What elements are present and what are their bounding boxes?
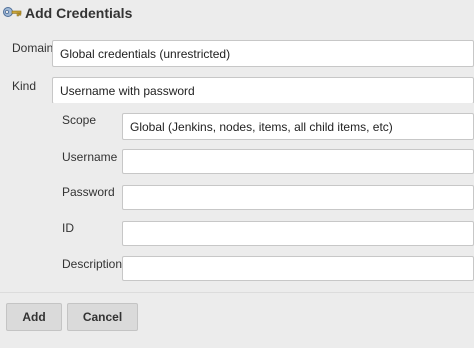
scope-select[interactable]: Global (Jenkins, nodes, items, all child… [122, 113, 474, 140]
description-input[interactable] [122, 256, 474, 281]
dialog-title: Add Credentials [25, 5, 133, 21]
password-label: Password [62, 185, 115, 199]
description-label: Description [62, 257, 123, 271]
dialog-titlebar: Add Credentials [0, 0, 474, 27]
scope-label: Scope [62, 113, 97, 127]
footer-divider [0, 292, 474, 293]
id-label: ID [62, 221, 74, 235]
domain-select-value: Global credentials (unrestricted) [60, 46, 231, 61]
password-input[interactable] [122, 185, 474, 210]
domain-label: Domain [12, 41, 54, 55]
cancel-button[interactable]: Cancel [67, 303, 138, 331]
kind-select-value: Username with password [60, 83, 195, 98]
add-button[interactable]: Add [6, 303, 62, 331]
key-icon [2, 4, 22, 20]
kind-label: Kind [12, 79, 37, 93]
username-input[interactable] [122, 149, 474, 174]
add-credentials-dialog: Add Credentials Domain Global credential… [0, 0, 474, 348]
username-label: Username [62, 150, 118, 164]
id-input[interactable] [122, 221, 474, 246]
domain-select[interactable]: Global credentials (unrestricted) [52, 40, 474, 67]
kind-select[interactable]: Username with password [52, 77, 474, 104]
scope-select-value: Global (Jenkins, nodes, items, all child… [130, 119, 393, 134]
